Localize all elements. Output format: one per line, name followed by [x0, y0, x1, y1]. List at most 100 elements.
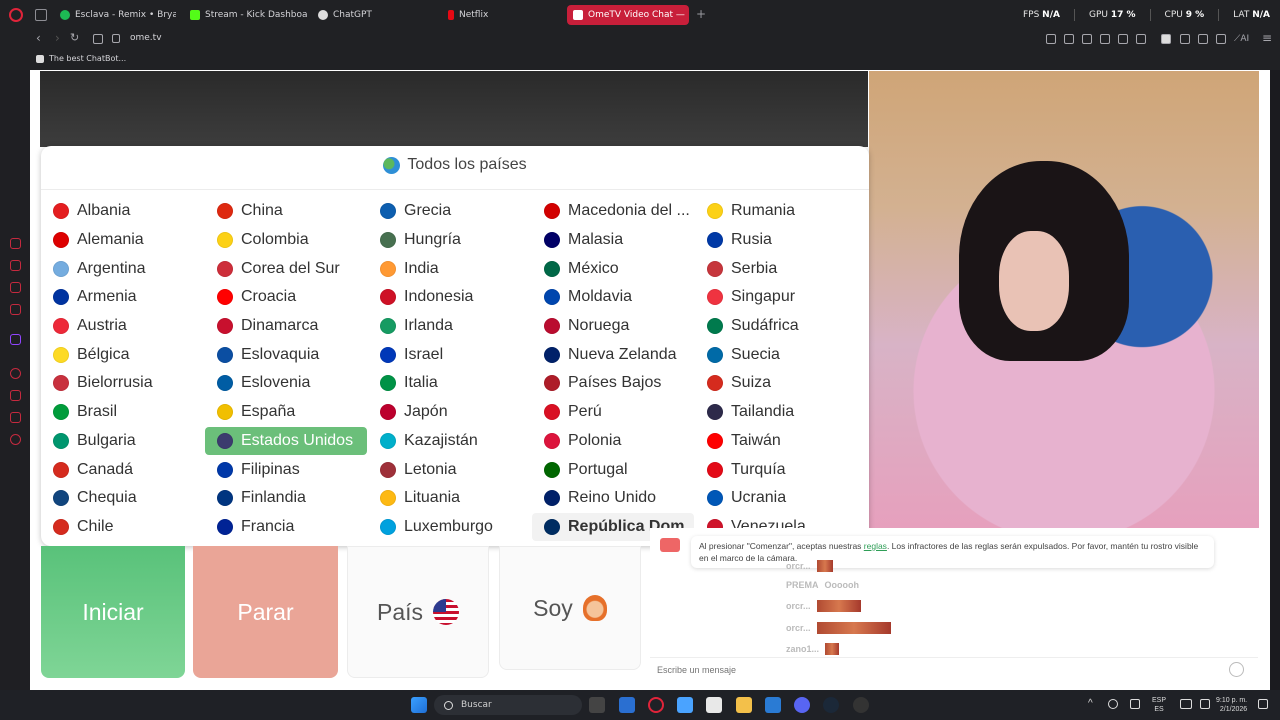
camera-icon[interactable] — [93, 34, 103, 44]
country-option[interactable]: Países Bajos — [532, 369, 694, 398]
country-option[interactable]: Bélgica — [41, 340, 203, 369]
country-option[interactable]: Israel — [368, 340, 530, 369]
country-option[interactable]: Finlandia — [205, 484, 367, 513]
country-option[interactable]: Rusia — [695, 226, 857, 255]
notifications-icon[interactable] — [1258, 699, 1268, 709]
country-option[interactable]: Noruega — [532, 312, 694, 341]
country-option[interactable]: Reino Unido — [532, 484, 694, 513]
country-option[interactable]: Albania — [41, 197, 203, 226]
rules-link[interactable]: reglas — [864, 541, 887, 551]
windows-start-icon[interactable] — [411, 697, 427, 713]
tab-ometv[interactable]: OmeTV Video Chat — — [567, 5, 689, 25]
snapshot-icon[interactable] — [1064, 34, 1074, 44]
tray-icon[interactable] — [1108, 699, 1118, 709]
country-option[interactable]: Taiwán — [695, 427, 857, 456]
country-option[interactable]: Polonia — [532, 427, 694, 456]
chevron-up-icon[interactable]: ^ — [1088, 699, 1093, 709]
back-icon[interactable]: ‹ — [36, 31, 41, 45]
tab-spotify[interactable]: Esclava - Remix • Bryant — [54, 5, 176, 25]
all-countries-option[interactable]: Todos los países — [41, 156, 869, 174]
country-option[interactable]: Luxemburgo — [368, 513, 530, 542]
extension-icon[interactable] — [1161, 34, 1171, 44]
country-option[interactable]: Ucrania — [695, 484, 857, 513]
country-option[interactable]: Grecia — [368, 197, 530, 226]
country-option[interactable]: Eslovaquia — [205, 340, 367, 369]
tab-kick[interactable]: Stream - Kick Dashboard — [184, 5, 308, 25]
emoji-icon[interactable] — [1229, 662, 1244, 677]
country-option[interactable]: Moldavia — [532, 283, 694, 312]
country-option[interactable]: Suecia — [695, 340, 857, 369]
shield-icon[interactable] — [1082, 34, 1092, 44]
country-option[interactable]: Bielorrusia — [41, 369, 203, 398]
message-input[interactable] — [657, 662, 1217, 678]
country-option[interactable]: Corea del Sur — [205, 254, 367, 283]
tab-chatgpt[interactable]: ChatGPT — [312, 5, 436, 25]
tab-netflix[interactable]: Netflix — [442, 5, 566, 25]
share-icon[interactable] — [1198, 34, 1208, 44]
bookmark-chatbot[interactable]: The best ChatBot... — [36, 54, 126, 63]
new-tab-button[interactable]: + — [696, 8, 706, 20]
country-option[interactable]: India — [368, 254, 530, 283]
wallet-icon[interactable] — [10, 260, 21, 271]
gx-icon[interactable] — [10, 650, 21, 661]
network-icon[interactable] — [1180, 699, 1192, 709]
heart-icon[interactable] — [1136, 34, 1146, 44]
country-option[interactable]: Nueva Zelanda — [532, 340, 694, 369]
country-option[interactable]: Dinamarca — [205, 312, 367, 341]
puzzle-icon[interactable] — [1180, 34, 1190, 44]
stop-button[interactable]: Parar — [193, 546, 338, 678]
discord-icon[interactable] — [794, 697, 810, 713]
download-icon[interactable] — [1216, 34, 1226, 44]
country-option[interactable]: Malasia — [532, 226, 694, 255]
country-option[interactable]: Colombia — [205, 226, 367, 255]
opera-logo-icon[interactable] — [9, 8, 23, 22]
country-option[interactable]: México — [532, 254, 694, 283]
file-icon[interactable] — [706, 697, 722, 713]
pin-icon[interactable] — [1046, 34, 1056, 44]
country-option[interactable]: Croacia — [205, 283, 367, 312]
language-indicator[interactable]: ESP ES — [1152, 696, 1166, 714]
play-icon[interactable] — [1118, 34, 1128, 44]
folder-icon[interactable] — [736, 697, 752, 713]
copilot-icon[interactable] — [677, 697, 693, 713]
country-option[interactable]: Sudáfrica — [695, 312, 857, 341]
country-option[interactable]: China — [205, 197, 367, 226]
country-option[interactable]: Rumania — [695, 197, 857, 226]
tab-search-icon[interactable] — [35, 9, 47, 21]
volume-icon[interactable] — [1200, 699, 1210, 709]
country-option[interactable]: Armenia — [41, 283, 203, 312]
country-option[interactable]: Singapur — [695, 283, 857, 312]
start-button[interactable]: Iniciar — [41, 546, 185, 678]
messenger-icon[interactable] — [10, 282, 21, 293]
mail-icon[interactable] — [765, 697, 781, 713]
country-option[interactable]: Tailandia — [695, 398, 857, 427]
country-option[interactable]: Chile — [41, 513, 203, 542]
country-option[interactable]: Indonesia — [368, 283, 530, 312]
bookmarks-icon[interactable] — [10, 412, 21, 423]
aria-icon[interactable] — [10, 238, 21, 249]
country-option[interactable]: Serbia — [695, 254, 857, 283]
country-option[interactable]: Suiza — [695, 369, 857, 398]
country-option[interactable]: Filipinas — [205, 455, 367, 484]
country-option[interactable]: Lituania — [368, 484, 530, 513]
country-option[interactable]: Turquía — [695, 455, 857, 484]
task-view-icon[interactable] — [589, 697, 605, 713]
country-option[interactable]: Austria — [41, 312, 203, 341]
opera-gx-icon[interactable] — [648, 697, 664, 713]
instagram-icon[interactable] — [10, 304, 21, 315]
country-option[interactable]: Francia — [205, 513, 367, 542]
country-option[interactable]: Canadá — [41, 455, 203, 484]
aria-ai-button[interactable]: ⟋AI — [1234, 34, 1249, 44]
country-option[interactable]: Portugal — [532, 455, 694, 484]
gender-button[interactable]: Soy — [499, 546, 641, 670]
history-icon[interactable] — [10, 390, 21, 401]
country-button[interactable]: País — [347, 546, 489, 678]
country-option[interactable]: Italia — [368, 369, 530, 398]
country-option[interactable]: Macedonia del ... — [532, 197, 694, 226]
country-option[interactable]: Alemania — [41, 226, 203, 255]
twitch-icon[interactable] — [10, 334, 21, 345]
country-option[interactable]: Estados Unidos — [205, 426, 367, 456]
country-option[interactable]: Perú — [532, 398, 694, 427]
country-option[interactable]: Argentina — [41, 254, 203, 283]
url-field[interactable]: ome.tv — [130, 33, 162, 43]
